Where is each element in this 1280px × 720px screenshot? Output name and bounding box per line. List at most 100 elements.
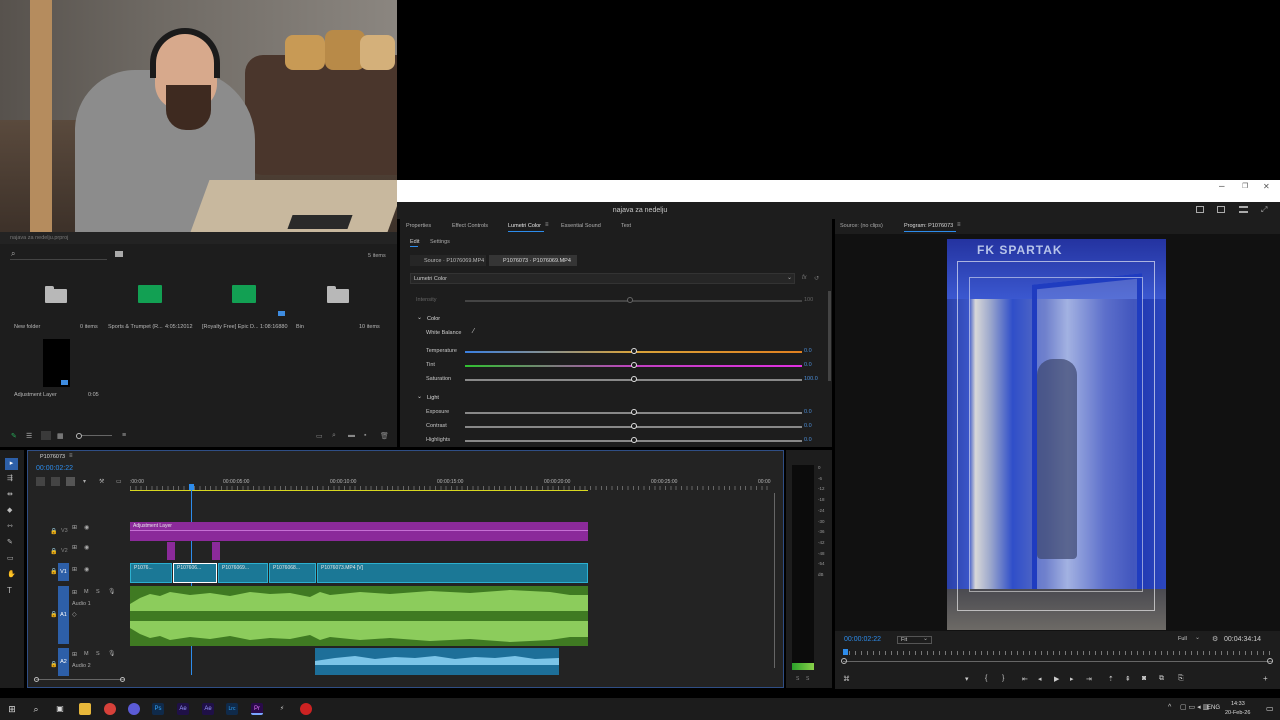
- clip-a2-audio[interactable]: [315, 648, 559, 675]
- clip-a1-music[interactable]: [130, 586, 588, 646]
- razor-icon[interactable]: ◆: [7, 506, 12, 514]
- task-view-icon[interactable]: ▣: [54, 703, 66, 715]
- close-button[interactable]: ✕: [1263, 182, 1270, 191]
- program-timecode[interactable]: 00:00:02:22: [844, 636, 881, 643]
- export-frame-icon[interactable]: ◙: [1142, 675, 1146, 682]
- step-forward-icon[interactable]: ▸: [1070, 675, 1074, 683]
- go-to-in-icon[interactable]: ⇤: [1022, 675, 1028, 683]
- language-indicator[interactable]: ENG: [1207, 705, 1220, 711]
- step-back-icon[interactable]: ◂: [1038, 675, 1042, 683]
- new-item-icon[interactable]: ▪: [364, 432, 366, 439]
- sync-lock-icon[interactable]: ⊞: [72, 589, 77, 596]
- clip-v1-c[interactable]: P1076069...: [218, 563, 268, 583]
- quality-select[interactable]: Full ⌄: [1175, 635, 1205, 644]
- restore-button[interactable]: ❐: [1242, 182, 1248, 191]
- audio-clip-epic[interactable]: [232, 285, 256, 303]
- lock-icon[interactable]: 🔒: [50, 611, 57, 618]
- extract-icon[interactable]: ⇞: [1125, 675, 1131, 683]
- notifications-icon[interactable]: ▭: [1266, 704, 1274, 713]
- timeline-timecode[interactable]: 00:00:02:22: [36, 465, 73, 472]
- program-ruler[interactable]: [843, 651, 1273, 655]
- freeform-view-icon[interactable]: ▦: [57, 432, 64, 440]
- chevron-down-icon[interactable]: ⌄: [417, 314, 422, 321]
- solo-left-button[interactable]: S: [796, 676, 799, 682]
- premiere-icon[interactable]: Pr: [251, 703, 263, 715]
- mic-icon[interactable]: 🎙: [108, 650, 116, 657]
- tray-chevron-icon[interactable]: ^: [1168, 704, 1171, 711]
- selection-tool-icon[interactable]: ▸: [5, 458, 18, 470]
- vr-icon[interactable]: ⎘: [1178, 675, 1184, 683]
- project-search-input[interactable]: ⌕: [10, 249, 107, 260]
- zoom-handle-left[interactable]: [34, 677, 39, 682]
- snap-icon[interactable]: [51, 477, 60, 486]
- fx-icon[interactable]: fx: [802, 275, 807, 281]
- temperature-knob[interactable]: [631, 348, 637, 354]
- chevron-down-icon[interactable]: ⌄: [417, 393, 422, 400]
- saturation-knob[interactable]: [631, 376, 637, 382]
- section-color[interactable]: Color: [427, 316, 440, 322]
- highlights-knob[interactable]: [631, 437, 637, 443]
- minimize-button[interactable]: –: [1219, 182, 1225, 192]
- clip-v2-b[interactable]: [212, 542, 220, 560]
- pen-icon[interactable]: ✎: [7, 538, 13, 546]
- bin-new-folder[interactable]: [45, 286, 67, 303]
- lift-icon[interactable]: ⇡: [1108, 675, 1114, 683]
- new-bin-icon[interactable]: [115, 251, 123, 257]
- mute-button[interactable]: M: [84, 589, 89, 595]
- eye-icon[interactable]: ◉: [84, 544, 89, 551]
- nest-icon[interactable]: [36, 477, 45, 486]
- mic-icon[interactable]: 🎙: [108, 588, 116, 595]
- clock-time[interactable]: 14:33: [1231, 701, 1245, 707]
- tab-properties[interactable]: Properties: [406, 223, 431, 229]
- folder-icon[interactable]: ▬: [348, 432, 355, 439]
- play-icon[interactable]: ▶: [1054, 675, 1059, 683]
- reset-icon[interactable]: ↺: [814, 275, 819, 282]
- eyedropper-icon[interactable]: ⁄: [473, 328, 474, 335]
- source-clip-tab[interactable]: Source · P1076069.MP4: [410, 255, 486, 266]
- photoshop-icon[interactable]: Ps: [152, 703, 164, 715]
- workspace-icon[interactable]: [1196, 206, 1204, 213]
- lightroom-icon[interactable]: Lrc: [226, 703, 238, 715]
- program-playhead[interactable]: [843, 649, 848, 655]
- wrench-icon[interactable]: ⚒: [99, 478, 104, 485]
- go-to-out-icon[interactable]: ⇥: [1086, 675, 1092, 683]
- search-icon[interactable]: ⌕: [30, 703, 42, 715]
- clip-adjustment-layer[interactable]: Adjustment Layer: [130, 522, 588, 541]
- lock-icon[interactable]: 🔒: [50, 568, 57, 575]
- bin-bin[interactable]: [327, 286, 349, 303]
- after-effects-icon[interactable]: Ae: [177, 703, 189, 715]
- clip-v1-a[interactable]: P1076...: [130, 563, 172, 583]
- icon-view-icon[interactable]: [41, 431, 51, 440]
- captions-icon[interactable]: ▭: [116, 478, 122, 485]
- sync-lock-icon[interactable]: ⊞: [72, 651, 77, 658]
- program-zoom-bar[interactable]: [843, 661, 1273, 662]
- intensity-track[interactable]: [465, 300, 802, 302]
- mark-out-icon[interactable]: }: [1002, 675, 1004, 682]
- track-select-icon[interactable]: ⇶: [7, 474, 13, 482]
- fit-select[interactable]: Fit ⌄: [897, 636, 932, 644]
- section-light[interactable]: Light: [427, 395, 439, 401]
- zoom-slider[interactable]: [76, 433, 82, 439]
- track-label-v1[interactable]: V1: [58, 563, 69, 581]
- list-view-icon[interactable]: ☰: [26, 432, 32, 440]
- tab-menu-icon[interactable]: ≡: [957, 222, 961, 228]
- comparison-icon[interactable]: ⧉: [1159, 675, 1164, 683]
- button-editor-icon[interactable]: +: [1263, 674, 1268, 683]
- pencil-icon[interactable]: ✎: [11, 432, 17, 440]
- solo-button[interactable]: S: [96, 651, 100, 657]
- type-tool-icon[interactable]: T: [7, 586, 12, 595]
- mute-button[interactable]: M: [84, 651, 89, 657]
- clip-v2-a[interactable]: [167, 542, 175, 560]
- app-icon[interactable]: ⚡: [276, 703, 288, 715]
- subtab-settings[interactable]: Settings: [430, 239, 450, 245]
- intensity-knob[interactable]: [627, 297, 633, 303]
- zoom-handle-right[interactable]: [120, 677, 125, 682]
- settings-icon[interactable]: ⌘: [843, 675, 850, 683]
- add-marker-icon[interactable]: ▾: [965, 675, 969, 683]
- add-marker-icon[interactable]: ▾: [83, 478, 86, 485]
- sequence-tab[interactable]: P1076073: [40, 454, 65, 460]
- zoom-handle-left[interactable]: [841, 658, 847, 664]
- slip-icon[interactable]: ⇿: [7, 522, 13, 530]
- tab-text[interactable]: Text: [621, 223, 631, 229]
- after-effects-2-icon[interactable]: Ae: [202, 703, 214, 715]
